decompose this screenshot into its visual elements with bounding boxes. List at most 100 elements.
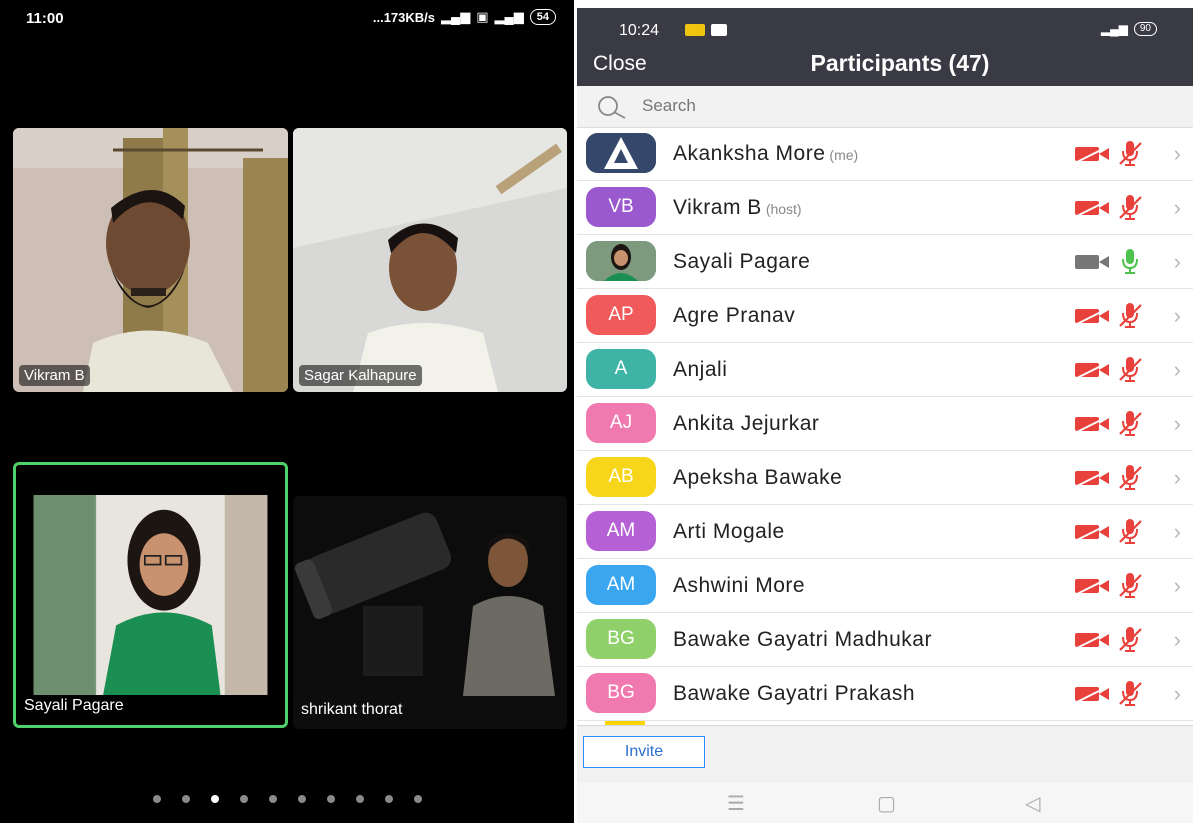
page-dot[interactable] [413,795,422,803]
screenshot-composite: 11:00 ...173KB/s ▂▄▆ ▣ ▂▄▆ 54 Vikram B S… [0,0,1193,823]
participant-name: Agre Pranav [673,304,795,328]
participant-row[interactable]: VB Vikram B (host) › [577,181,1193,235]
video-status-icon [1075,307,1110,325]
status-indicators: ...173KB/s ▂▄▆ ▣ ▂▄▆ 54 [373,9,556,25]
invite-button[interactable]: Invite [583,736,705,768]
chevron-right-icon[interactable]: › [1174,465,1181,491]
chevron-right-icon[interactable]: › [1174,195,1181,221]
avatar: BG [586,673,656,713]
page-dot[interactable] [181,795,190,803]
participant-name: Bawake Gayatri Madhukar [673,628,932,652]
video-gallery-screen: 11:00 ...173KB/s ▂▄▆ ▣ ▂▄▆ 54 Vikram B S… [0,0,574,823]
status-time: 10:24 [619,22,660,39]
chevron-right-icon[interactable]: › [1174,411,1181,437]
chevron-right-icon[interactable]: › [1174,573,1181,599]
search-bar[interactable]: Search [577,86,1193,128]
page-dot[interactable] [239,795,248,803]
battery-level: 90 [1133,22,1157,36]
participant-name-text: Ashwini More [673,574,806,597]
participant-row[interactable]: A Anjali › [577,343,1193,397]
page-dot[interactable] [297,795,306,803]
participant-row[interactable]: AJ Ankita Jejurkar › [577,397,1193,451]
signal-4g-icon: ▂▄▆ [494,9,524,24]
signal-icon: ▂▄▆ [441,9,471,24]
participant-name: Sayali Pagare [673,250,810,274]
menu-icon[interactable]: ☰ [727,791,745,816]
participant-name: Arti Mogale [673,520,785,544]
chevron-right-icon[interactable]: › [1174,141,1181,167]
page-title: Participants (47) [810,50,990,76]
page-dot[interactable] [384,795,393,803]
participant-row[interactable]: AM Ashwini More › [577,559,1193,613]
page-dot-active[interactable] [210,795,219,803]
chevron-right-icon[interactable]: › [1174,519,1181,545]
participant-row[interactable]: Sayali Pagare › [577,235,1193,289]
mic-status-icon [1119,303,1142,328]
network-speed: ...173KB/s [372,9,436,25]
volte-icon: ▣ [476,9,489,24]
participant-name-text: Bawake Gayatri Prakash [673,682,916,705]
android-nav-bar: ☰ ▢ ◁ [577,783,1193,823]
participant-name: Anjali [673,358,727,382]
participant-name-label: Vikram B [19,365,90,386]
mic-status-icon [1119,627,1142,652]
avatar: AM [586,511,656,551]
participant-video [293,496,567,696]
status-bar: 11:00 ...173KB/s ▂▄▆ ▣ ▂▄▆ 54 [0,0,574,38]
mic-status-icon [1119,195,1142,220]
chevron-right-icon[interactable]: › [1174,681,1181,707]
participant-name-text: Agre Pranav [673,304,796,327]
participant-name-text: Anjali [673,358,728,381]
gallery-page-indicator[interactable] [0,795,574,803]
page-dot[interactable] [326,795,335,803]
participant-row[interactable]: BG Bawake Gayatri Prakash › [577,667,1193,721]
invite-bar: Invite [577,725,1193,783]
participant-row[interactable]: Akanksha More (me) › [577,127,1193,181]
participant-name: Vikram B (host) [673,196,802,220]
chevron-right-icon[interactable]: › [1174,303,1181,329]
mic-status-icon [1119,411,1142,436]
video-tile-shrikant[interactable]: shrikant thorat [293,496,567,729]
participant-name: Akanksha More (me) [673,142,858,166]
chevron-right-icon[interactable]: › [1174,627,1181,653]
participant-name-label: Sagar Kalhapure [299,365,422,386]
chevron-right-icon[interactable]: › [1174,357,1181,383]
back-icon[interactable]: ◁ [1025,791,1040,816]
page-dot[interactable] [152,795,161,803]
battery-level: 54 [529,9,556,25]
participant-row[interactable]: BG Bawake Gayatri Madhukar › [577,613,1193,667]
page-dot[interactable] [268,795,277,803]
participant-name-text: Apeksha Bawake [673,466,843,489]
video-status-icon [1075,361,1110,379]
search-input[interactable]: Search [642,96,696,116]
home-icon[interactable]: ▢ [877,791,896,816]
participant-name-text: Bawake Gayatri Madhukar [673,628,932,651]
mic-status-icon [1119,519,1142,544]
avatar: A [586,349,656,389]
avatar: AP [586,295,656,335]
avatar: AM [586,565,656,605]
video-tile-sagar[interactable]: Sagar Kalhapure [293,128,567,392]
chevron-right-icon[interactable]: › [1174,249,1181,275]
mic-status-icon [1119,573,1142,598]
status-indicators: ▂▄▆ 90 [1101,22,1157,36]
participant-row[interactable]: AP Agre Pranav › [577,289,1193,343]
avatar: AB [586,457,656,497]
video-tile-sayali-active-speaker[interactable]: Sayali Pagare [13,462,288,728]
participants-screen: 10:24 ▂▄▆ 90 Close Participants (47) Sea… [577,8,1193,823]
mic-status-icon [1119,357,1142,382]
signal-icon: ▂▄▆ [1100,22,1128,36]
participant-role-tag: (host) [765,201,802,217]
participant-name-label: shrikant thorat [301,701,403,718]
page-dot[interactable] [355,795,364,803]
participant-name: Apeksha Bawake [673,466,842,490]
mic-status-icon [1119,681,1142,706]
participant-list[interactable]: Akanksha More (me) › VB Vikram B (host) › Sayal… [577,127,1193,725]
participant-row[interactable]: AM Arti Mogale › [577,505,1193,559]
status-time: 11:00 [26,10,64,27]
participant-row[interactable]: AB Apeksha Bawake › [577,451,1193,505]
video-camera-icon [711,24,727,36]
video-tile-vikram[interactable]: Vikram B [13,128,288,392]
video-status-icon [1075,523,1110,541]
participant-name-text: Akanksha More [673,142,826,165]
